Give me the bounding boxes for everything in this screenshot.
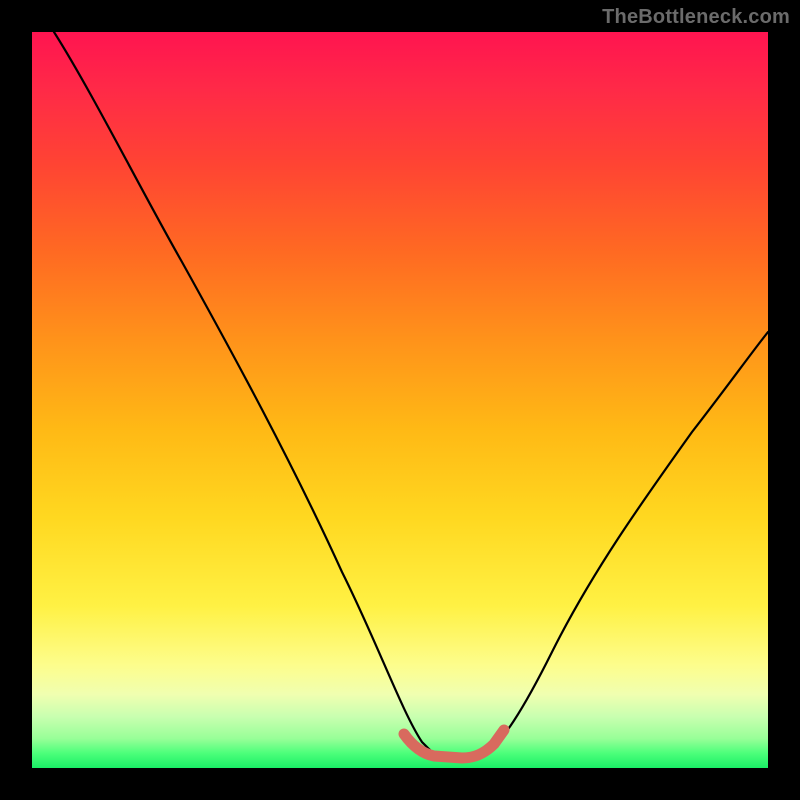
bottleneck-curve-path — [54, 32, 768, 757]
watermark-text: TheBottleneck.com — [602, 6, 790, 29]
plot-area — [32, 32, 768, 768]
bottleneck-chart-svg — [32, 32, 768, 768]
bottom-highlight-path — [404, 730, 504, 758]
chart-frame: TheBottleneck.com — [0, 0, 800, 800]
